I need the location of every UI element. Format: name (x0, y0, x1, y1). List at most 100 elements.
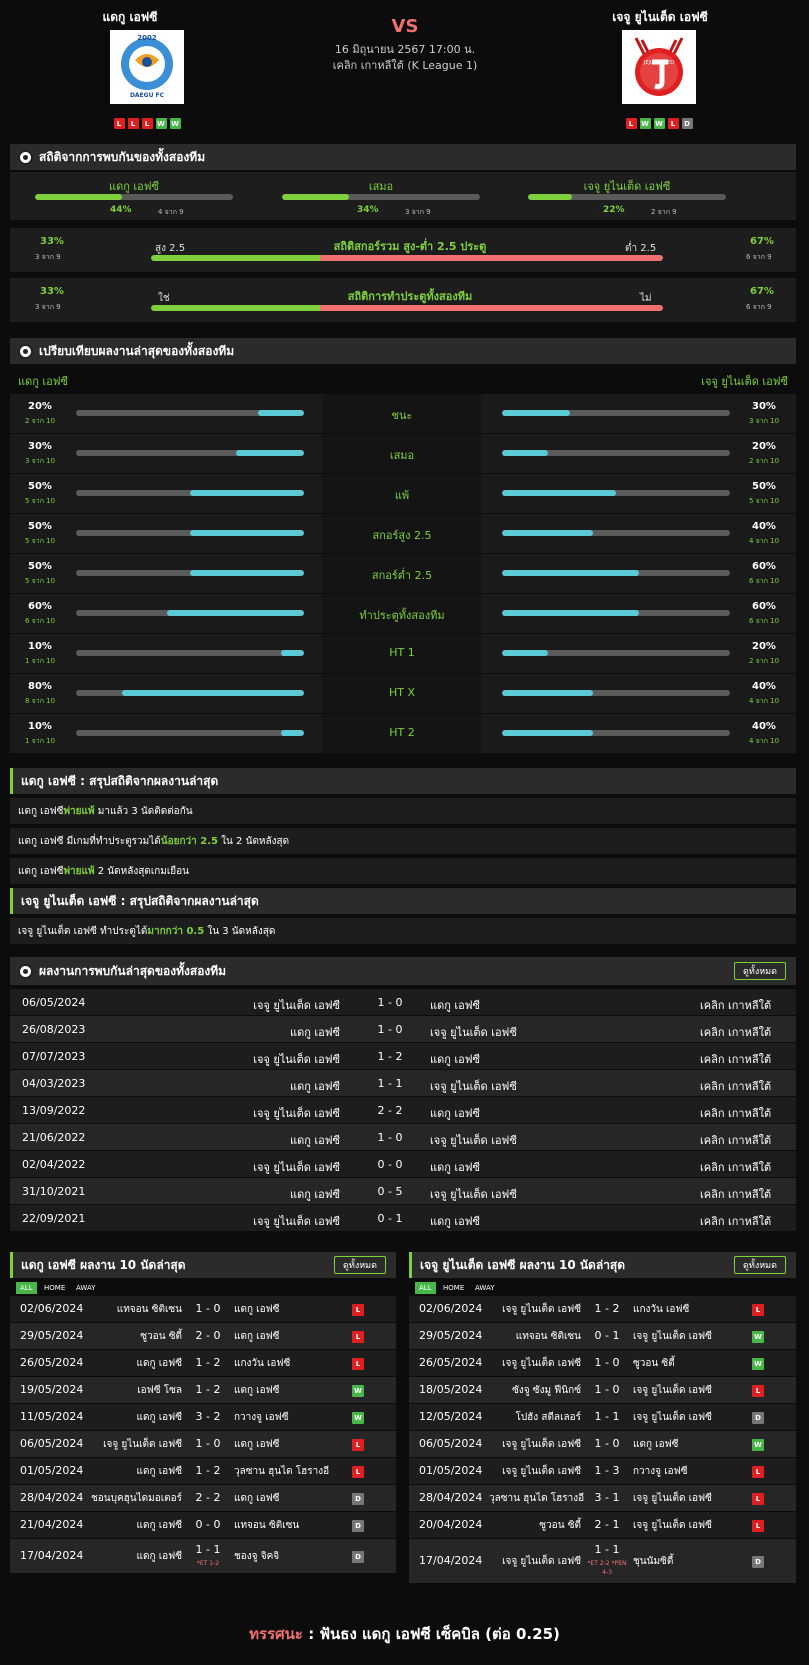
match-score: 1 - 2 (195, 1464, 221, 1477)
compare-left-bar (76, 610, 304, 616)
home-team: แดกู เอฟซี (289, 1026, 340, 1039)
home-team: เจจู ยูไนเต็ด เอฟซี (103, 1439, 182, 1450)
filter-tab-away[interactable]: AWAY (72, 1282, 99, 1294)
result-badge: D (352, 1493, 364, 1505)
away-team: แดกู เอฟซี (633, 1439, 679, 1450)
compare-label: HT 2 (389, 726, 415, 739)
ou-left-label: สูง 2.5 (155, 243, 186, 254)
h2h-result-row[interactable]: 26/08/2023 แดกู เอฟซี 1 - 0 เจจู ยูไนเต็ด เ… (10, 1016, 796, 1042)
home-logo-year: 2002 (137, 34, 157, 42)
last10-row[interactable]: 21/04/2024 แดกู เอฟซี 0 - 0 แทจอน ซิติเซน D (10, 1512, 396, 1538)
filter-tab-home[interactable]: HOME (439, 1282, 468, 1294)
summary-text: มาแล้ว 3 นัดติดต่อกัน (94, 805, 193, 817)
last10-row[interactable]: 11/05/2024 แดกู เอฟซี 3 - 2 กวางจู เอฟซี W (10, 1404, 396, 1430)
last10-row[interactable]: 01/05/2024 เจจู ยูไนเต็ด เอฟซี 1 - 3 กวางจู… (409, 1458, 796, 1484)
last10-row[interactable]: 28/04/2024 ชอนบุคฮุนไดมอเตอร์ 2 - 2 แดกู เอ… (10, 1485, 396, 1511)
home-team: แดกู เอฟซี (289, 1188, 340, 1201)
last10-row[interactable]: 17/04/2024 แดกู เอฟซี 1 - 1 *ET 1-2 ชองจู จิ… (10, 1539, 396, 1573)
away-team: เจจู ยูไนเต็ด เอฟซี (430, 1080, 517, 1093)
last10-row[interactable]: 26/05/2024 เจจู ยูไนเต็ด เอฟซี 1 - 0 ซูวอน … (409, 1350, 796, 1376)
compare-right-bar-fill (502, 650, 548, 656)
filter-tab-away[interactable]: AWAY (471, 1282, 498, 1294)
away-team: แดกู เอฟซี (430, 1161, 481, 1174)
h2h-home-bar (35, 194, 233, 200)
h2h-draw-count: 3 จาก 9 (405, 208, 431, 216)
last10-row[interactable]: 17/04/2024 เจจู ยูไนเต็ด เอฟซี 1 - 1 *ET 2-… (409, 1539, 796, 1583)
match-score: 1 - 0 (195, 1437, 221, 1450)
compare-right-count: 5 จาก 10 (749, 497, 780, 505)
h2h-home-bar-fill (35, 194, 123, 200)
h2h-result-row[interactable]: 06/05/2024 เจจู ยูไนเต็ด เอฟซี 1 - 0 แดกู เ… (10, 989, 796, 1015)
h2h-result-row[interactable]: 04/03/2023 แดกู เอฟซี 1 - 1 เจจู ยูไนเต็ด เ… (10, 1070, 796, 1096)
last10_home-view-all-button[interactable]: ดูทั้งหมด (334, 1256, 386, 1274)
match-date: 01/05/2024 (419, 1464, 483, 1477)
compare-row: 50% 5 จาก 10 สกอร์ต่ำ 2.5 60% 6 จาก 10 (10, 554, 796, 593)
home-logo-text: DAEGU FC (129, 92, 165, 99)
last10-row[interactable]: 06/05/2024 เจจู ยูไนเต็ด เอฟซี 1 - 0 แดกู เ… (10, 1431, 396, 1457)
away-team-logo: JEJU UNITED (622, 30, 696, 104)
away-form: LWWLD (622, 118, 696, 129)
compare-left-bar (76, 730, 304, 736)
compare-left-pct: 80% (28, 681, 52, 692)
last10_away-view-all-button[interactable]: ดูทั้งหมด (734, 1256, 786, 1274)
summary-text: แดกู เอฟซี (18, 805, 64, 817)
compare-left-count: 3 จาก 10 (25, 457, 56, 465)
last10-row[interactable]: 29/05/2024 ซูวอน ซิตี้ 2 - 0 แดกู เอฟซี L (10, 1323, 396, 1349)
home-team: วุลซาน ฮุนได โฮรางอี (489, 1493, 585, 1504)
compare-right-pct: 40% (752, 681, 776, 692)
away-team: เจจู ยูไนเต็ด เอฟซี (633, 1412, 712, 1423)
h2h-result-row[interactable]: 31/10/2021 แดกู เอฟซี 0 - 5 เจจู ยูไนเต็ด เ… (10, 1178, 796, 1204)
compare-left-bar (76, 690, 304, 696)
away-logo-text: JEJU UNITED (643, 60, 675, 66)
last10-row[interactable]: 28/04/2024 วุลซาน ฮุนได โฮรางอี 3 - 1 เจจู … (409, 1485, 796, 1511)
compare-left-count: 5 จาก 10 (25, 537, 56, 545)
summary-text: แดกู เอฟซี มีเกมที่ทำประตูรวมได้ (18, 835, 161, 847)
result-badge: D (352, 1520, 364, 1532)
home-team: เจจู ยูไนเต็ด เอฟซี (502, 1466, 581, 1477)
compare-right-pct: 50% (752, 481, 776, 492)
last10-row[interactable]: 26/05/2024 แดกู เอฟซี 1 - 2 แกงวัน เอฟซี L (10, 1350, 396, 1376)
btts-title: สถิติการทำประตูทั้งสองทีม (347, 290, 473, 303)
last10-row[interactable]: 29/05/2024 แทจอน ซิติเซน 0 - 1 เจจู ยูไนเต็… (409, 1323, 796, 1349)
vs-label: VS (391, 16, 419, 37)
verdict-colon: : (302, 1625, 320, 1643)
last10-row[interactable]: 20/04/2024 ซูวอน ซิตี้ 2 - 1 เจจู ยูไนเต็ด … (409, 1512, 796, 1538)
away-team: แดกู เอฟซี (430, 1107, 481, 1120)
h2h-result-row[interactable]: 13/09/2022 เจจู ยูไนเต็ด เอฟซี 2 - 2 แดกู เ… (10, 1097, 796, 1123)
away-team-name: เจจู ยูไนเต็ด เอฟซี (612, 10, 708, 24)
filter-tab-home[interactable]: HOME (40, 1282, 69, 1294)
away-team: แดกู เอฟซี (234, 1385, 280, 1396)
h2h-result-row[interactable]: 21/06/2022 แดกู เอฟซี 1 - 0 เจจู ยูไนเต็ด เ… (10, 1124, 796, 1150)
match-date: 26/05/2024 (419, 1356, 483, 1369)
btts-left-pct: 33% (40, 286, 64, 297)
summary-line: แดกู เอฟซี พ่ายแพ้ 2 นัดหลังสุดเกมเยือน (10, 858, 796, 884)
home-team: เจจู ยูไนเต็ด เอฟซี (253, 1107, 340, 1120)
result-badge: D (752, 1412, 764, 1424)
filter-tab-all[interactable]: ALL (16, 1282, 37, 1294)
match-date: 19/05/2024 (20, 1383, 84, 1396)
compare-row: 10% 1 จาก 10 HT 1 20% 2 จาก 10 (10, 634, 796, 673)
compare-left-bar-fill (190, 490, 304, 496)
filter-tab-all[interactable]: ALL (415, 1282, 436, 1294)
h2h-result-row[interactable]: 07/07/2023 เจจู ยูไนเต็ด เอฟซี 1 - 2 แดกู เ… (10, 1043, 796, 1069)
away-team: เจจู ยูไนเต็ด เอฟซี (633, 1493, 712, 1504)
last10-row[interactable]: 18/05/2024 ซังจู ซังมู ฟีนิกซ์ 1 - 0 เจจู ย… (409, 1377, 796, 1403)
h2h-result-row[interactable]: 22/09/2021 เจจู ยูไนเต็ด เอฟซี 0 - 1 แดกู เ… (10, 1205, 796, 1231)
away-team: แดกู เอฟซี (234, 1304, 280, 1315)
league-name: เคลิก เกาหลีใต้ (700, 1107, 772, 1120)
compare-left-count: 6 จาก 10 (25, 617, 56, 625)
match-date: 26/08/2023 (22, 1023, 86, 1036)
away-team: แทจอน ซิติเซน (234, 1520, 300, 1531)
last10-row[interactable]: 02/06/2024 แทจอน ซิติเซน 1 - 0 แดกู เอฟซี L (10, 1296, 396, 1322)
form-badge: L (127, 118, 139, 129)
last10-row[interactable]: 06/05/2024 เจจู ยูไนเต็ด เอฟซี 1 - 0 แดกู เ… (409, 1431, 796, 1457)
last10-row[interactable]: 19/05/2024 เอฟซี โซล 1 - 2 แดกู เอฟซี W (10, 1377, 396, 1403)
compare-right-bar-fill (502, 490, 616, 496)
last10-row[interactable]: 01/05/2024 แดกู เอฟซี 1 - 2 วุลซาน ฮุนได โฮ… (10, 1458, 396, 1484)
last10-row[interactable]: 12/05/2024 โปฮัง สตีลเลอร์ 1 - 1 เจจู ยูไนเ… (409, 1404, 796, 1430)
away-team: กวางจู เอฟซี (633, 1466, 688, 1477)
h2h-result-row[interactable]: 02/04/2022 เจจู ยูไนเต็ด เอฟซี 0 - 0 แดกู เ… (10, 1151, 796, 1177)
h2h-view-all-button[interactable]: ดูทั้งหมด (734, 962, 786, 980)
last10-row[interactable]: 02/06/2024 เจจู ยูไนเต็ด เอฟซี 1 - 2 แกงวัน… (409, 1296, 796, 1322)
compare-right-pct: 20% (752, 441, 776, 452)
